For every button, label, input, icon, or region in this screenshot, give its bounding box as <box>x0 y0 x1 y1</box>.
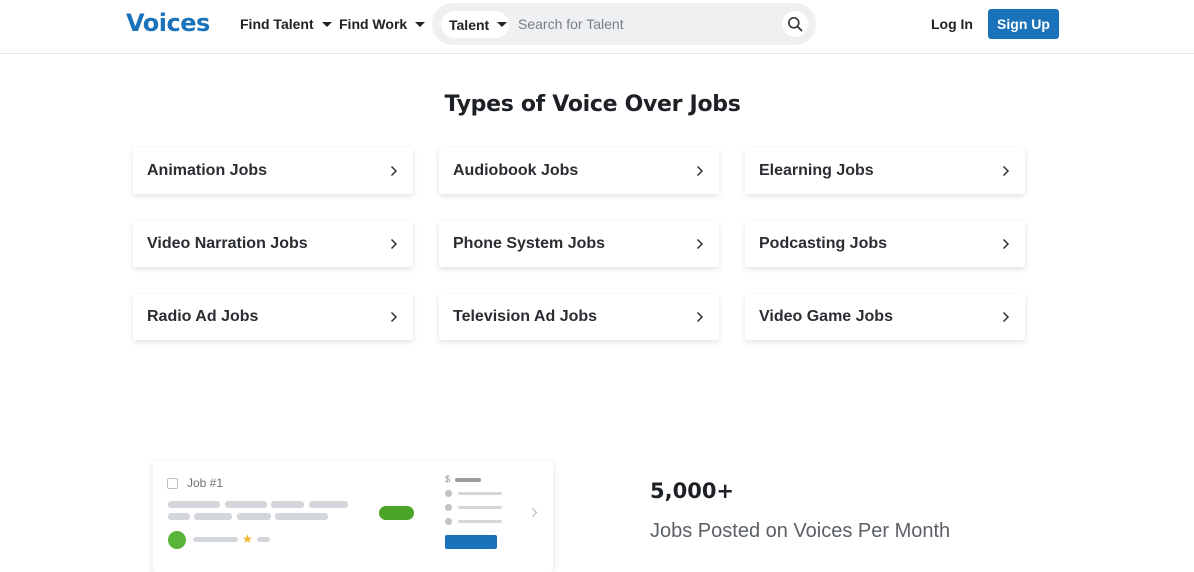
chevron-right-icon <box>694 238 706 250</box>
job-card-label: Radio Ad Jobs <box>147 308 259 325</box>
nav-find-talent[interactable]: Find Talent <box>240 16 332 32</box>
job-listing-illustration: Job #1 ★ $ <box>153 461 553 572</box>
star-icon: ★ <box>242 532 253 546</box>
placeholder-bar <box>458 506 502 509</box>
illustration-job-name: Job #1 <box>187 476 224 490</box>
radio-dot-illustration <box>445 504 452 511</box>
search-category-select[interactable]: Talent <box>441 11 509 38</box>
button-illustration <box>445 535 497 549</box>
checkbox-illustration <box>167 478 178 489</box>
search-category-label: Talent <box>449 16 490 33</box>
status-pill-illustration <box>379 506 414 520</box>
job-card-label: Television Ad Jobs <box>453 308 598 325</box>
search-icon <box>788 17 803 32</box>
placeholder-bar <box>168 513 190 520</box>
placeholder-bar <box>168 501 220 508</box>
chevron-right-icon <box>388 311 400 323</box>
chevron-right-icon <box>1000 165 1012 177</box>
chevron-right-icon <box>531 505 538 523</box>
nav-find-work-label: Find Work <box>339 16 408 32</box>
job-card-radio-ad[interactable]: Radio Ad Jobs <box>133 294 413 340</box>
job-card-label: Audiobook Jobs <box>453 162 579 179</box>
placeholder-bar <box>257 537 270 542</box>
stat-number: 5,000+ <box>650 479 735 503</box>
job-card-label: Podcasting Jobs <box>759 235 888 252</box>
radio-dot-illustration <box>445 518 452 525</box>
job-card-label: Video Game Jobs <box>759 308 893 325</box>
placeholder-bar <box>458 492 502 495</box>
chevron-right-icon <box>388 165 400 177</box>
chevron-right-icon <box>694 311 706 323</box>
caret-down-icon <box>321 21 332 27</box>
logo[interactable]: Voices <box>126 9 210 37</box>
stat-description: Jobs Posted on Voices Per Month <box>650 520 951 542</box>
placeholder-bar <box>237 513 271 520</box>
placeholder-bar <box>194 513 232 520</box>
chevron-right-icon <box>1000 238 1012 250</box>
job-card-label: Animation Jobs <box>147 162 268 179</box>
placeholder-bar <box>193 537 238 542</box>
job-card-label: Elearning Jobs <box>759 162 874 179</box>
job-card-label: Video Narration Jobs <box>147 235 308 252</box>
job-card-podcasting[interactable]: Podcasting Jobs <box>745 221 1025 267</box>
job-card-video-narration[interactable]: Video Narration Jobs <box>133 221 413 267</box>
signup-button[interactable]: Sign Up <box>988 9 1059 39</box>
nav-find-work[interactable]: Find Work <box>339 16 426 32</box>
job-card-label: Phone System Jobs <box>453 235 606 252</box>
job-card-video-game[interactable]: Video Game Jobs <box>745 294 1025 340</box>
job-card-animation[interactable]: Animation Jobs <box>133 148 413 194</box>
caret-down-icon <box>415 21 426 27</box>
search-input[interactable] <box>518 14 768 34</box>
job-card-elearning[interactable]: Elearning Jobs <box>745 148 1025 194</box>
chevron-right-icon <box>1000 311 1012 323</box>
search-bar: Talent <box>432 3 816 45</box>
site-header: Voices Find Talent Find Work Talent Log … <box>0 0 1194 54</box>
section-title: Types of Voice Over Jobs <box>444 92 741 117</box>
job-card-audiobook[interactable]: Audiobook Jobs <box>439 148 719 194</box>
placeholder-bar <box>271 501 304 508</box>
radio-dot-illustration <box>445 490 452 497</box>
chevron-right-icon <box>388 238 400 250</box>
caret-down-icon <box>497 22 508 27</box>
job-card-phone-system[interactable]: Phone System Jobs <box>439 221 719 267</box>
nav-find-talent-label: Find Talent <box>240 16 314 32</box>
placeholder-bar <box>455 478 481 482</box>
avatar <box>168 531 186 549</box>
job-card-television-ad[interactable]: Television Ad Jobs <box>439 294 719 340</box>
login-link[interactable]: Log In <box>931 16 973 32</box>
placeholder-bar <box>458 520 502 523</box>
chevron-right-icon <box>694 165 706 177</box>
placeholder-bar <box>225 501 267 508</box>
currency-symbol: $ <box>445 474 451 484</box>
search-button[interactable] <box>782 11 808 37</box>
placeholder-bar <box>275 513 328 520</box>
placeholder-bar <box>309 501 348 508</box>
